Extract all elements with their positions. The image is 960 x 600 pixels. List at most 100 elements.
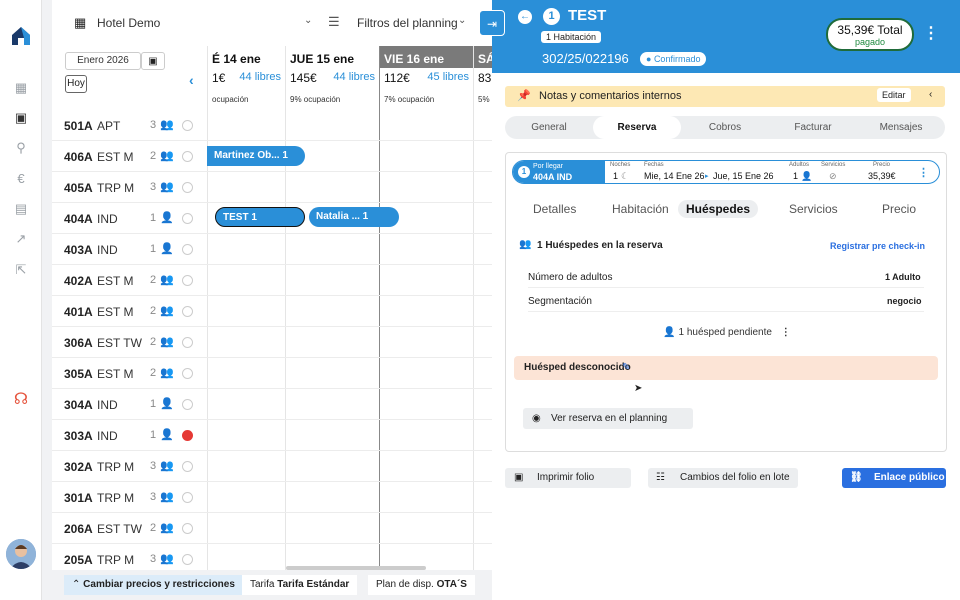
cleaning-status[interactable]: [182, 368, 193, 379]
chevron-left-icon[interactable]: ‹: [929, 89, 932, 100]
table-row[interactable]: 501A APT 3 👥: [52, 110, 492, 141]
internal-notes-bar[interactable]: 📌 Notas y comentarios internos Editar ‹: [505, 86, 945, 107]
room-number: 501A: [64, 119, 93, 133]
cleaning-status[interactable]: [182, 275, 193, 286]
subtab-servicios[interactable]: Servicios: [789, 202, 838, 216]
batch-folio-button[interactable]: ☷ Cambios del folio en lote: [648, 468, 798, 488]
print-folio-button[interactable]: ▣ Imprimir folio: [505, 468, 631, 488]
room-type: EST M: [97, 150, 134, 164]
dashboard-icon[interactable]: ▦: [13, 80, 29, 96]
edit-notes-button[interactable]: Editar: [877, 88, 911, 102]
subtab-huespedes[interactable]: Huéspedes: [678, 200, 759, 218]
tab-general[interactable]: General: [505, 116, 593, 139]
table-row[interactable]: 206A EST TW 2 👥: [52, 513, 492, 544]
guests-icon: 👥: [160, 491, 174, 503]
pencil-icon[interactable]: ✎: [622, 362, 630, 373]
day-occupancy: ocupación: [212, 95, 249, 104]
more-options-icon[interactable]: ⋮: [923, 23, 939, 43]
back-arrow-icon[interactable]: ←: [518, 10, 532, 24]
cleaning-status[interactable]: [182, 213, 193, 224]
batch-folio-label: Cambios del folio en lote: [680, 472, 790, 483]
day-header[interactable]: JUE 15 ene 145€ 44 libres 9% ocupación: [285, 46, 379, 114]
cleaning-status[interactable]: [182, 554, 193, 565]
support-icon[interactable]: ☊: [13, 392, 29, 408]
table-row[interactable]: 303A IND 1 👤: [52, 420, 492, 451]
public-link-button[interactable]: ⛓ Enlace público: [842, 468, 946, 488]
rate-selector[interactable]: Tarifa Tarifa Estándar: [242, 575, 358, 595]
subtab-detalles[interactable]: Detalles: [533, 202, 576, 216]
filter-sliders-icon[interactable]: ☰: [328, 14, 340, 30]
cleaning-status-dirty[interactable]: [182, 430, 193, 441]
tab-mensajes[interactable]: Mensajes: [857, 116, 945, 139]
table-row[interactable]: 405A TRP M 3 👥: [52, 172, 492, 203]
room-capacity: 1: [150, 398, 157, 410]
table-row[interactable]: 402A EST M 2 👥: [52, 265, 492, 296]
room-number: 304A: [64, 398, 93, 412]
booking-bar[interactable]: Martinez Ob... 1: [207, 146, 305, 166]
cleaning-status[interactable]: [182, 244, 193, 255]
cleaning-status[interactable]: [182, 461, 193, 472]
reservation-card: 1 Por llegar 404A IND Noches 1 ☾ Fechas …: [505, 152, 947, 452]
chevron-down-icon[interactable]: ⌄: [304, 15, 312, 26]
app-logo-icon[interactable]: [9, 24, 33, 48]
table-row[interactable]: 305A EST M 2 👥: [52, 358, 492, 389]
calendar-picker-icon[interactable]: ▣: [141, 52, 165, 70]
no-services-icon: ⊘: [829, 171, 837, 181]
room-capacity: 1: [150, 212, 157, 224]
pre-checkin-link[interactable]: Registrar pre check-in: [830, 241, 925, 251]
table-row[interactable]: 403A IND 1 👤: [52, 234, 492, 265]
chevron-down-icon[interactable]: ⌄: [458, 15, 466, 26]
user-icon[interactable]: ⚲: [13, 140, 29, 156]
subtab-habitacion[interactable]: Habitación: [612, 202, 669, 216]
avatar[interactable]: [6, 539, 36, 569]
cleaning-status[interactable]: [182, 337, 193, 348]
cleaning-status[interactable]: [182, 492, 193, 503]
room-options-icon[interactable]: ⋮: [918, 166, 929, 179]
table-row[interactable]: 401A EST M 2 👥: [52, 296, 492, 327]
external-link-icon[interactable]: ⇱: [13, 262, 29, 278]
day-free: 45 libres: [427, 71, 469, 83]
price-value: 35,39€: [868, 171, 896, 181]
room-summary-bar[interactable]: 1 Por llegar 404A IND Noches 1 ☾ Fechas …: [512, 160, 940, 184]
cleaning-status[interactable]: [182, 523, 193, 534]
adults-count-value: 1 Adulto: [885, 272, 921, 282]
cleaning-status[interactable]: [182, 120, 193, 131]
cleaning-status[interactable]: [182, 151, 193, 162]
view-in-planning-button[interactable]: ◉ Ver reserva en el planning: [523, 408, 693, 429]
table-row[interactable]: 304A IND 1 👤: [52, 389, 492, 420]
day-header[interactable]: É 14 ene 1€ 44 libres ocupación: [207, 46, 285, 114]
day-header[interactable]: VIE 16 ene 112€ 45 libres 7% ocupación: [379, 46, 473, 114]
total-paid-badge[interactable]: 35,39€ Total pagado: [826, 18, 914, 51]
unknown-guest-row[interactable]: Huésped desconocido ✎: [514, 356, 938, 380]
tab-facturar[interactable]: Facturar: [769, 116, 857, 139]
more-options-icon[interactable]: ⋮: [781, 327, 791, 338]
document-icon[interactable]: ▤: [13, 201, 29, 217]
day-header[interactable]: SÁ 83 5% o: [473, 46, 492, 114]
today-button[interactable]: Hoy: [65, 75, 87, 93]
tab-reserva[interactable]: Reserva: [593, 116, 681, 139]
availability-plan-selector[interactable]: Plan de disp. OTA´S: [368, 575, 475, 595]
change-prices-button[interactable]: ⌃ Cambiar precios y restricciones: [64, 575, 243, 595]
calendar-icon[interactable]: ▣: [13, 110, 29, 126]
cleaning-status[interactable]: [182, 182, 193, 193]
table-row[interactable]: 302A TRP M 3 👥: [52, 451, 492, 482]
booking-bar[interactable]: Natalia ... 1: [309, 207, 399, 227]
chart-icon[interactable]: ↗: [13, 231, 29, 247]
subtab-precio[interactable]: Precio: [882, 202, 916, 216]
room-label: 404A IND: [533, 172, 573, 182]
cleaning-status[interactable]: [182, 399, 193, 410]
collapse-panel-icon[interactable]: ⇥: [479, 10, 505, 36]
prev-days-icon[interactable]: ‹: [189, 72, 194, 88]
month-picker[interactable]: Enero 2026: [65, 52, 141, 70]
table-row[interactable]: 306A EST TW 2 👥: [52, 327, 492, 358]
table-row[interactable]: 301A TRP M 3 👥: [52, 482, 492, 513]
euro-icon[interactable]: €: [13, 171, 29, 187]
day-price: 112€: [384, 71, 410, 85]
hotel-selector[interactable]: Hotel Demo: [97, 16, 160, 30]
planning-filters[interactable]: Filtros del planning: [357, 16, 458, 30]
public-link-label: Enlace público: [874, 472, 945, 483]
booking-bar-selected[interactable]: TEST 1: [215, 207, 305, 227]
tab-cobros[interactable]: Cobros: [681, 116, 769, 139]
grid-icon[interactable]: ▦: [74, 15, 86, 31]
cleaning-status[interactable]: [182, 306, 193, 317]
